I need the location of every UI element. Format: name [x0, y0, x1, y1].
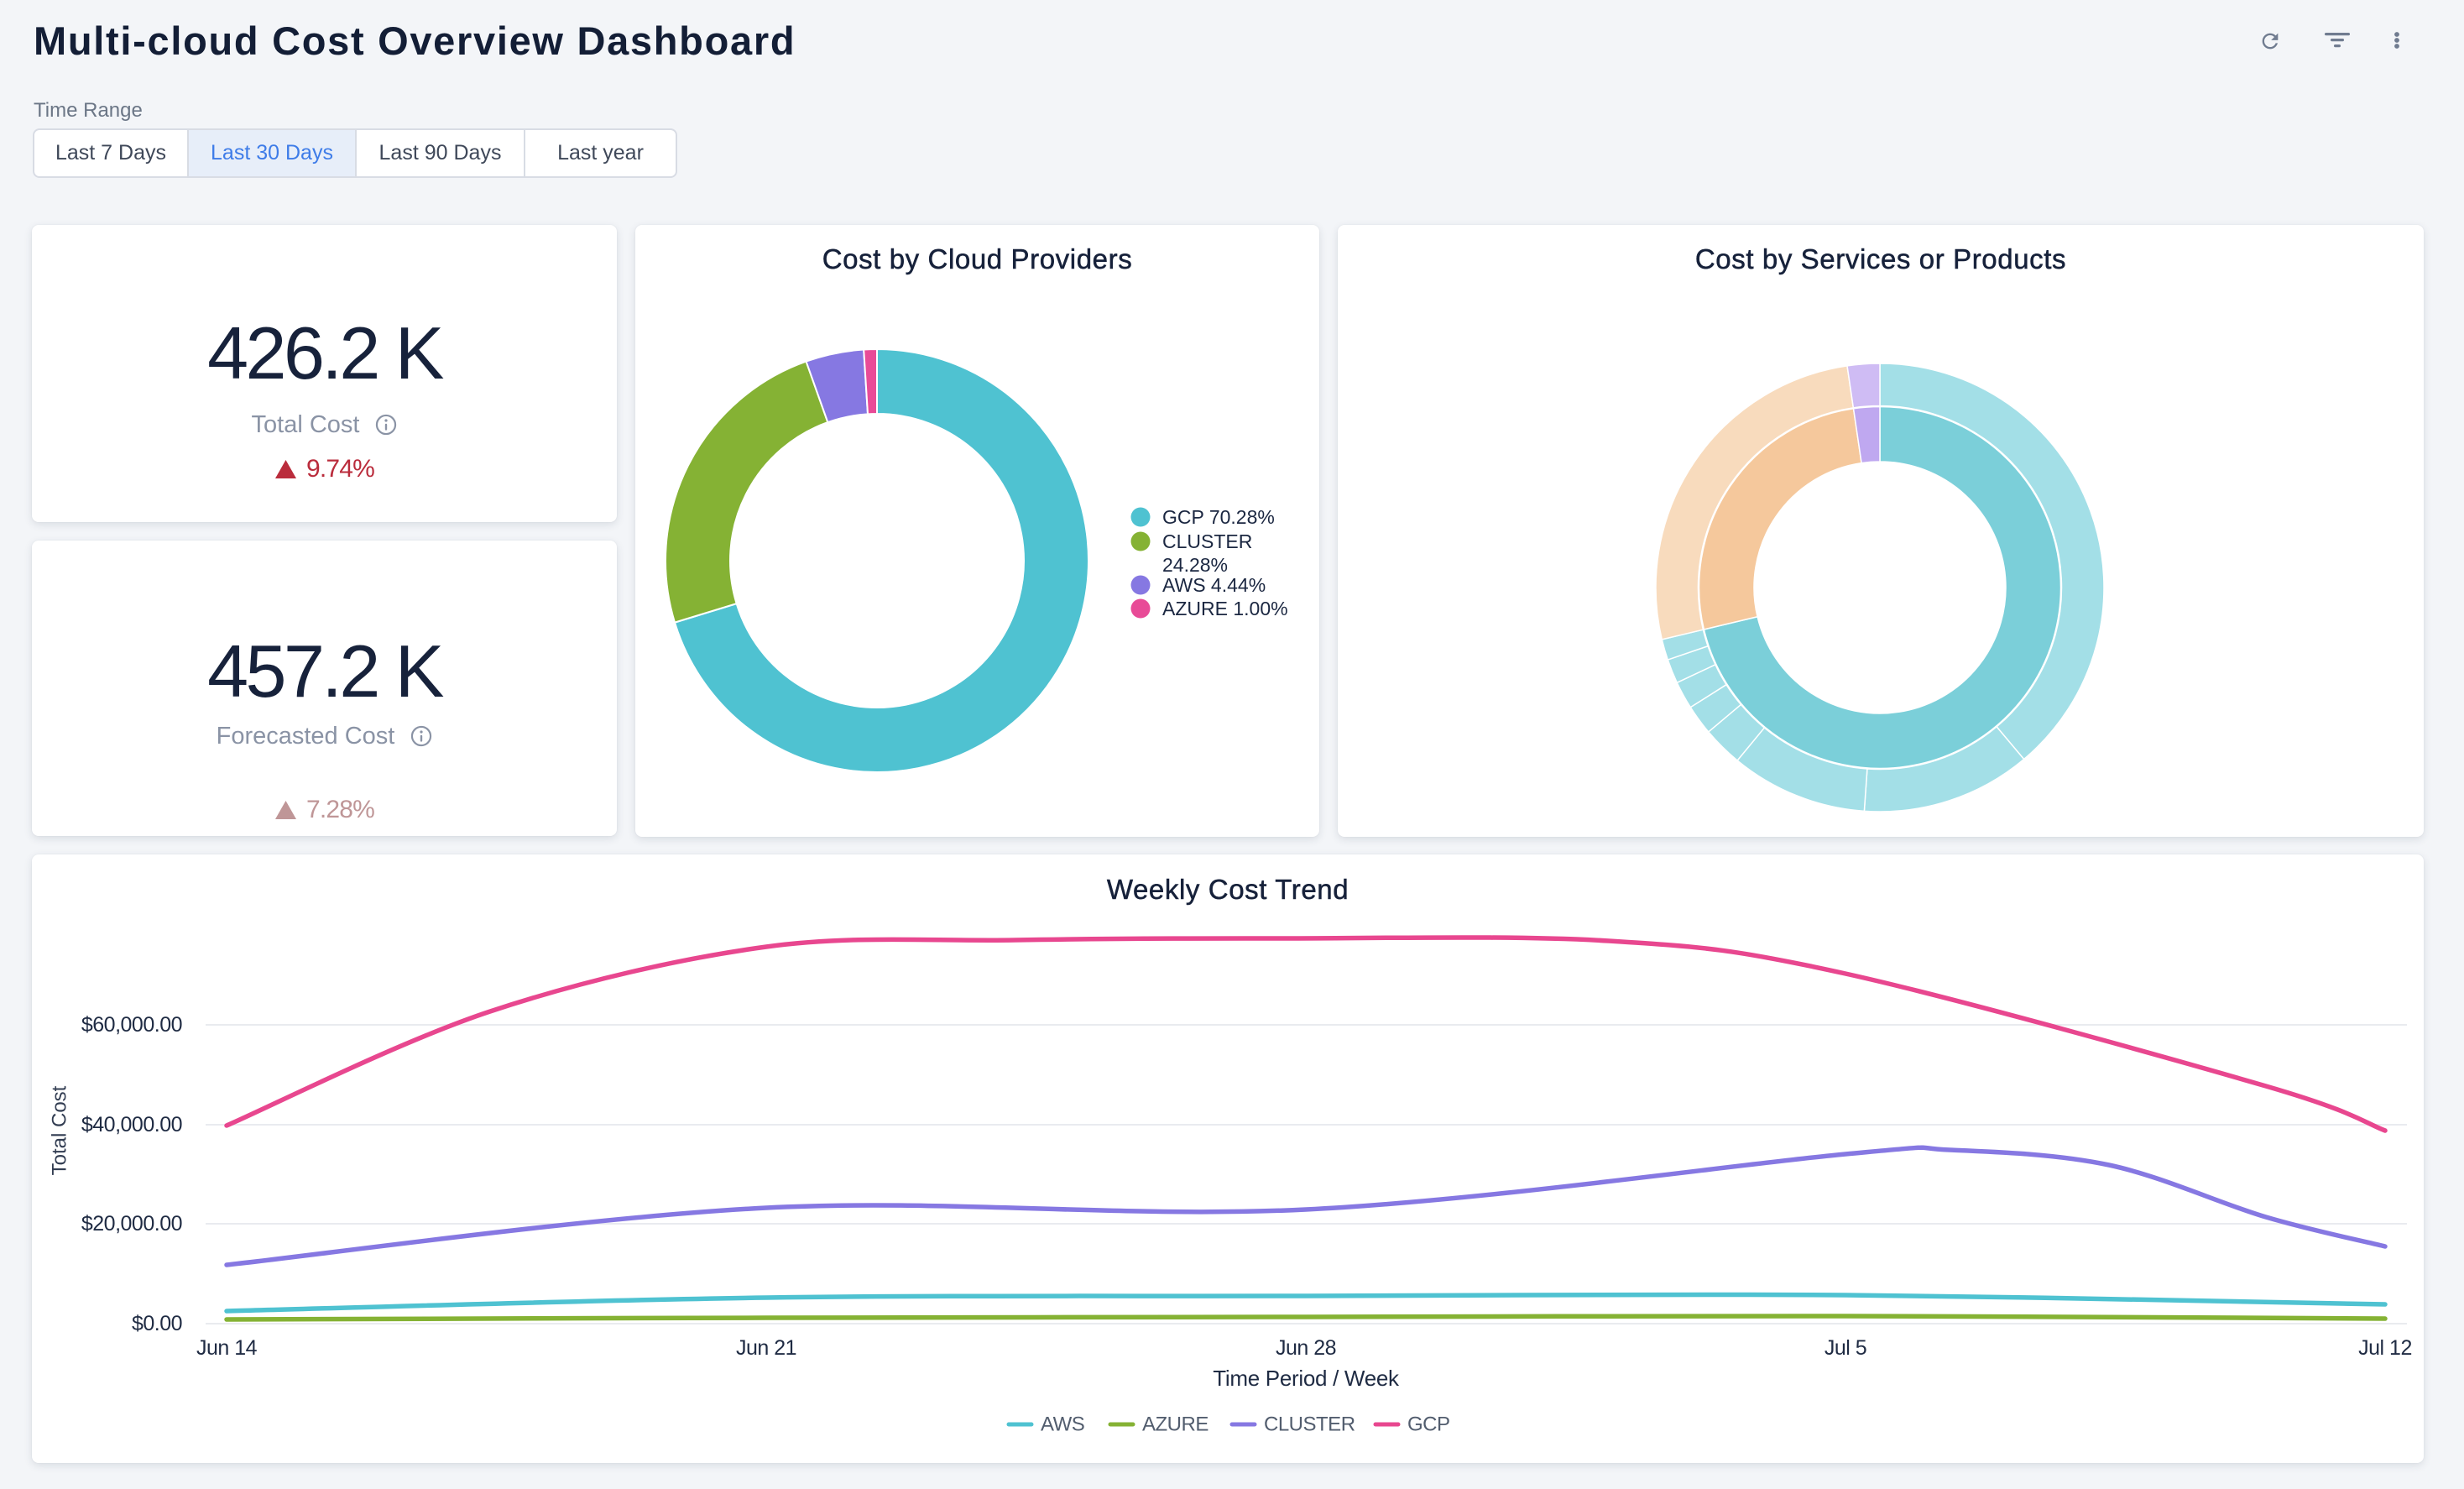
svg-text:Jun 28: Jun 28	[1276, 1336, 1336, 1360]
svg-text:Time Period / Week: Time Period / Week	[1213, 1366, 1400, 1391]
svg-text:AWS 4.44%: AWS 4.44%	[1162, 574, 1266, 596]
svg-text:$0.00: $0.00	[132, 1312, 182, 1335]
svg-text:$60,000.00: $60,000.00	[81, 1013, 182, 1037]
svg-text:Jun 21: Jun 21	[736, 1336, 796, 1360]
svg-text:24.28%: 24.28%	[1162, 554, 1228, 576]
svg-text:Jun 14: Jun 14	[196, 1336, 258, 1360]
svg-text:CLUSTER: CLUSTER	[1162, 530, 1252, 552]
svg-text:Jul 12: Jul 12	[2358, 1336, 2412, 1360]
svg-text:CLUSTER: CLUSTER	[1264, 1413, 1355, 1436]
svg-text:GCP 70.28%: GCP 70.28%	[1162, 506, 1275, 528]
svg-text:Jul 5: Jul 5	[1825, 1336, 1866, 1360]
svg-text:AWS: AWS	[1041, 1413, 1084, 1436]
svg-text:AZURE 1.00%: AZURE 1.00%	[1162, 598, 1288, 619]
svg-text:AZURE: AZURE	[1142, 1413, 1209, 1436]
svg-text:$20,000.00: $20,000.00	[81, 1212, 182, 1236]
svg-text:GCP: GCP	[1407, 1413, 1450, 1436]
svg-text:Total Cost: Total Cost	[49, 1085, 71, 1175]
svg-text:$40,000.00: $40,000.00	[81, 1113, 182, 1136]
